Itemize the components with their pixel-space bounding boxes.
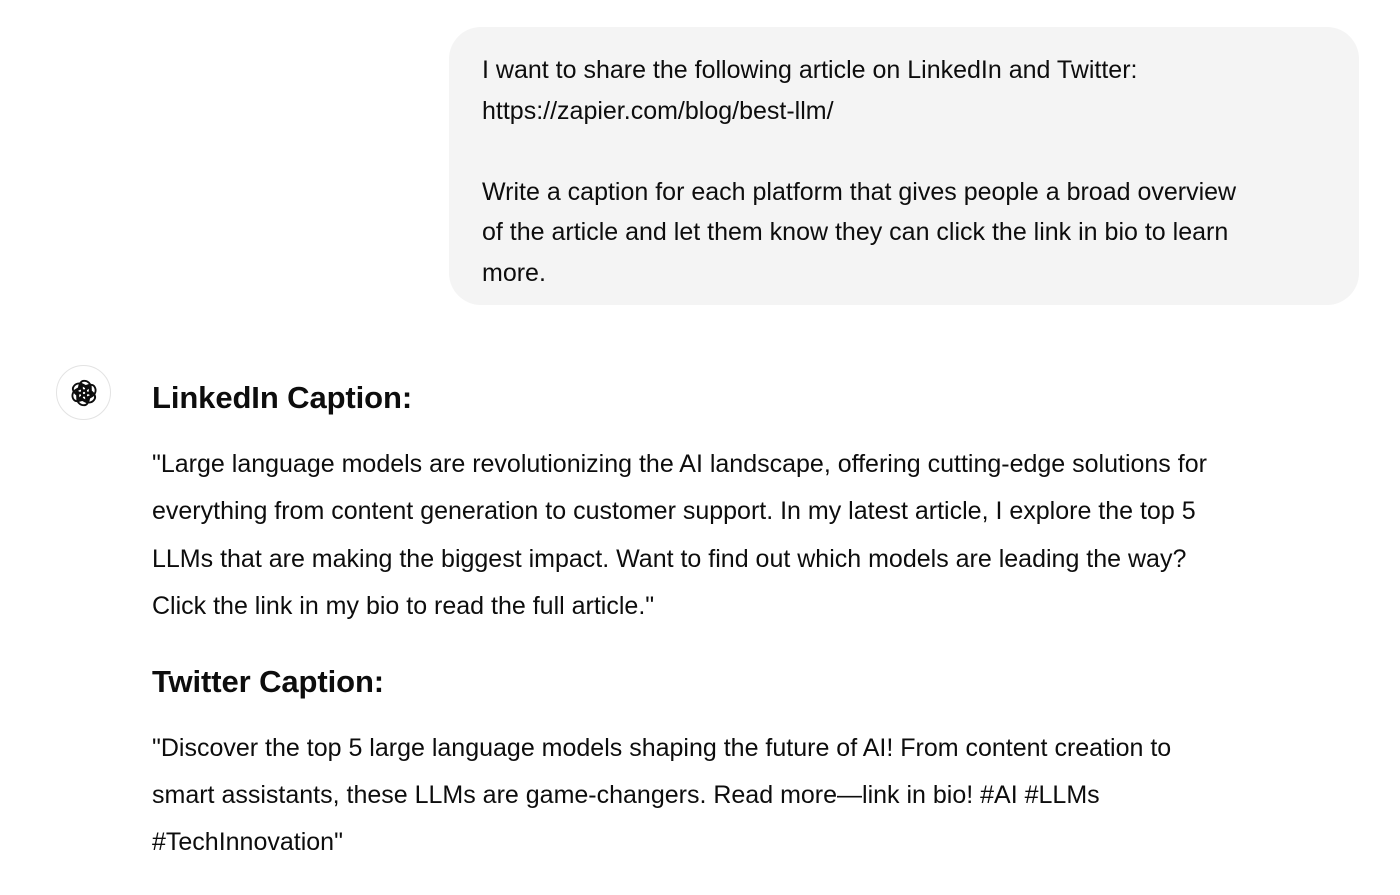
caption-line: "Large language models are revolutionizi… — [152, 450, 1207, 478]
user-message-link: https://zapier.com/blog/best-llm/ — [482, 96, 834, 125]
assistant-message: LinkedIn Caption: "Large language models… — [152, 372, 1352, 867]
user-message-line: I want to share the following article on… — [482, 56, 1138, 84]
openai-logo-icon — [68, 379, 99, 406]
caption-line: everything from content generation to cu… — [152, 497, 1196, 526]
chat-page: I want to share the following article on… — [0, 0, 1400, 895]
user-message-line: of the article and let them know they ca… — [482, 218, 1229, 247]
user-message-bubble: I want to share the following article on… — [449, 27, 1359, 305]
twitter-caption-text: "Discover the top 5 large language model… — [152, 725, 1352, 867]
assistant-avatar — [56, 365, 111, 420]
linkedin-caption-heading: LinkedIn Caption: — [152, 380, 413, 415]
twitter-caption-heading: Twitter Caption: — [152, 663, 385, 699]
caption-line: "Discover the top 5 large language model… — [152, 733, 1172, 762]
caption-line: smart assistants, these LLMs are game-ch… — [152, 781, 1100, 810]
user-message-line: more. — [482, 258, 546, 287]
caption-line: #TechInnovation" — [152, 828, 343, 857]
caption-line: Click the link in my bio to read the ful… — [152, 592, 655, 621]
caption-line: LLMs that are making the biggest impact.… — [152, 544, 1187, 573]
user-message-line: Write a caption for each platform that g… — [482, 177, 1237, 206]
linkedin-caption-text: "Large language models are revolutionizi… — [152, 441, 1352, 631]
